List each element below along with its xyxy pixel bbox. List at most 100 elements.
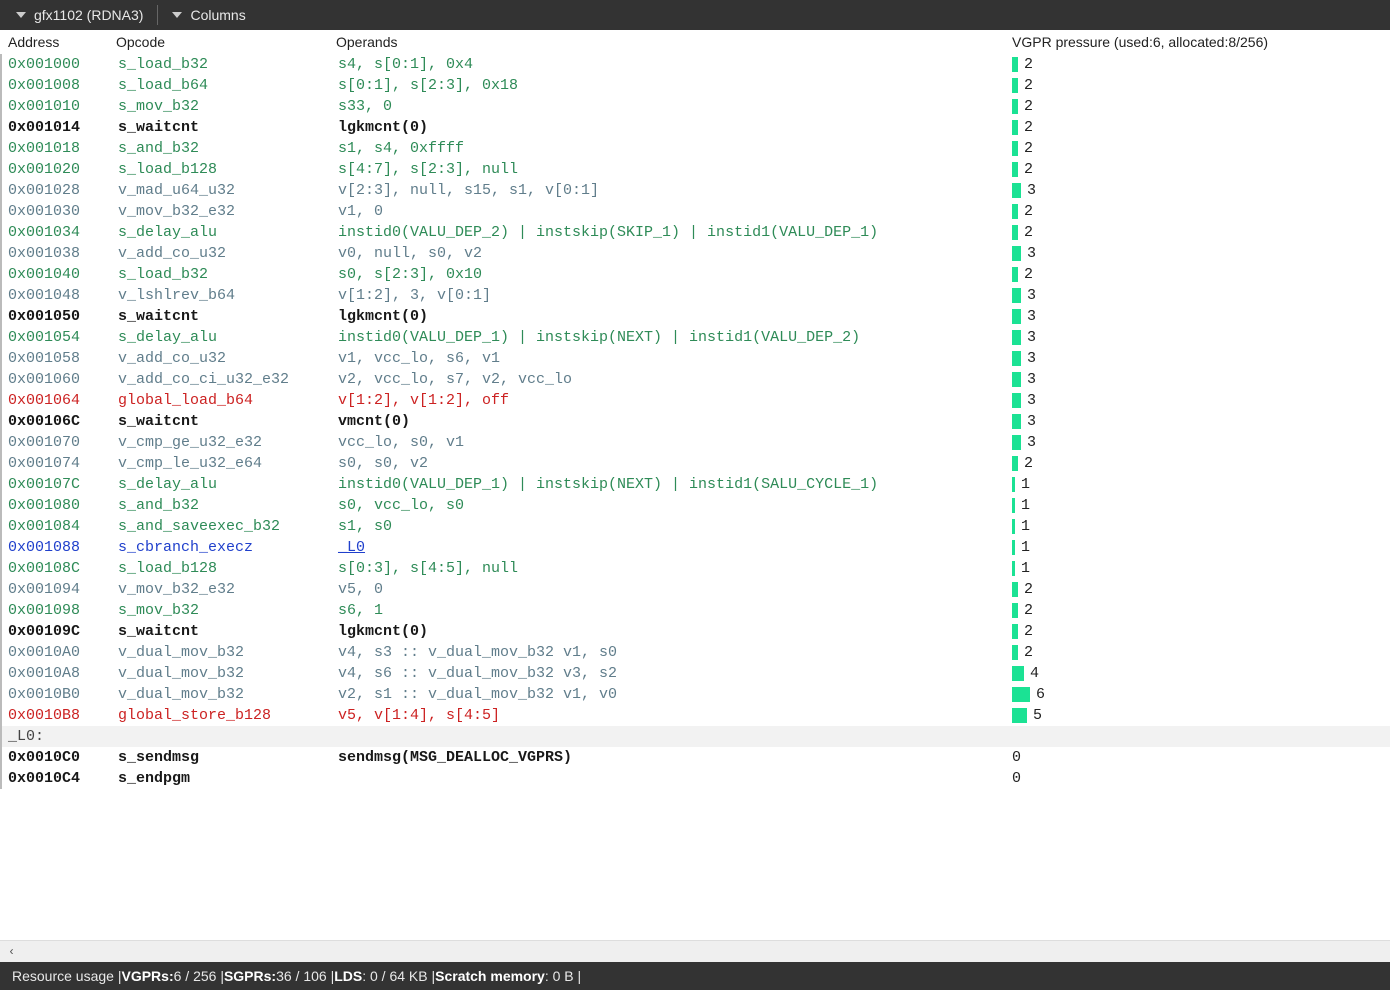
disasm-row[interactable]: 0x001030v_mov_b32_e32v1, 02 xyxy=(0,201,1390,222)
pressure-bar xyxy=(1012,477,1015,492)
disasm-row[interactable]: 0x0010A8v_dual_mov_b32v4, s6 :: v_dual_m… xyxy=(0,663,1390,684)
disasm-row[interactable]: 0x001000s_load_b32s4, s[0:1], 0x42 xyxy=(0,54,1390,75)
disasm-row[interactable]: 0x001098s_mov_b32s6, 12 xyxy=(0,600,1390,621)
cell-pressure: 2 xyxy=(1012,600,1384,621)
disasm-row[interactable]: 0x001018s_and_b32s1, s4, 0xffff2 xyxy=(0,138,1390,159)
disasm-row[interactable]: 0x001080s_and_b32s0, vcc_lo, s01 xyxy=(0,495,1390,516)
pressure-value: 2 xyxy=(1024,579,1033,600)
disasm-row[interactable]: 0x001048v_lshlrev_b64v[1:2], 3, v[0:1]3 xyxy=(0,285,1390,306)
cell-operands: lgkmcnt(0) xyxy=(338,621,1012,642)
cell-address: 0x001010 xyxy=(8,96,118,117)
pressure-bar xyxy=(1012,99,1018,114)
cell-address: 0x00107C xyxy=(8,474,118,495)
disasm-row[interactable]: 0x001050s_waitcntlgkmcnt(0)3 xyxy=(0,306,1390,327)
cell-operands: s[0:1], s[2:3], 0x18 xyxy=(338,75,1012,96)
scroll-left-icon[interactable]: ‹ xyxy=(4,945,19,959)
code-label[interactable]: _L0: xyxy=(0,726,1390,747)
cell-pressure: 6 xyxy=(1012,684,1384,705)
cell-pressure: 2 xyxy=(1012,201,1384,222)
header-address[interactable]: Address xyxy=(6,34,116,50)
cell-opcode: s_endpgm xyxy=(118,768,338,789)
cell-opcode: v_dual_mov_b32 xyxy=(118,663,338,684)
pressure-value: 3 xyxy=(1027,369,1036,390)
cell-address: 0x00106C xyxy=(8,411,118,432)
disasm-row[interactable]: 0x00107Cs_delay_aluinstid0(VALU_DEP_1) |… xyxy=(0,474,1390,495)
cell-operands: v1, 0 xyxy=(338,201,1012,222)
cell-pressure: 2 xyxy=(1012,264,1384,285)
disasm-row[interactable]: 0x001084s_and_saveexec_b32s1, s01 xyxy=(0,516,1390,537)
disasm-row[interactable]: 0x001010s_mov_b32s33, 02 xyxy=(0,96,1390,117)
header-pressure[interactable]: VGPR pressure (used:6, allocated:8/256) xyxy=(1012,34,1384,50)
disasm-row[interactable]: 0x0010C0s_sendmsgsendmsg(MSG_DEALLOC_VGP… xyxy=(0,747,1390,768)
cell-opcode: s_and_b32 xyxy=(118,138,338,159)
pressure-bar xyxy=(1012,162,1018,177)
header-opcode[interactable]: Opcode xyxy=(116,34,336,50)
disasm-row[interactable]: 0x0010B8global_store_b128v5, v[1:4], s[4… xyxy=(0,705,1390,726)
disasm-row[interactable]: 0x00106Cs_waitcntvmcnt(0)3 xyxy=(0,411,1390,432)
disasm-row[interactable]: 0x001094v_mov_b32_e32v5, 02 xyxy=(0,579,1390,600)
disasm-row[interactable]: 0x001014s_waitcntlgkmcnt(0)2 xyxy=(0,117,1390,138)
disasm-row[interactable]: 0x001038v_add_co_u32v0, null, s0, v23 xyxy=(0,243,1390,264)
disasm-row[interactable]: 0x0010C4s_endpgm0 xyxy=(0,768,1390,789)
disassembly-table[interactable]: 0x001000s_load_b32s4, s[0:1], 0x420x0010… xyxy=(0,54,1390,940)
header-operands[interactable]: Operands xyxy=(336,34,1012,50)
disasm-row[interactable]: 0x001034s_delay_aluinstid0(VALU_DEP_2) |… xyxy=(0,222,1390,243)
pressure-bar xyxy=(1012,393,1021,408)
pressure-value: 3 xyxy=(1027,306,1036,327)
cell-address: 0x001048 xyxy=(8,285,118,306)
pressure-bar xyxy=(1012,288,1021,303)
pressure-value: 1 xyxy=(1021,474,1030,495)
pressure-value: 2 xyxy=(1024,117,1033,138)
footer-vgprs-v: 6 / 256 | xyxy=(174,968,224,984)
pressure-bar xyxy=(1012,435,1021,450)
cell-address: 0x001064 xyxy=(8,390,118,411)
disasm-row[interactable]: 0x001070v_cmp_ge_u32_e32vcc_lo, s0, v13 xyxy=(0,432,1390,453)
pressure-bar xyxy=(1012,330,1021,345)
disasm-row[interactable]: 0x001088s_cbranch_execz_L01 xyxy=(0,537,1390,558)
pressure-bar xyxy=(1012,141,1018,156)
disasm-row[interactable]: 0x0010B0v_dual_mov_b32v2, s1 :: v_dual_m… xyxy=(0,684,1390,705)
column-headers: Address Opcode Operands VGPR pressure (u… xyxy=(0,30,1390,54)
cell-address: 0x001018 xyxy=(8,138,118,159)
cell-opcode: s_delay_alu xyxy=(118,222,338,243)
horizontal-scrollbar[interactable]: ‹ xyxy=(0,940,1390,962)
columns-dropdown[interactable]: Columns xyxy=(162,0,255,30)
cell-operands[interactable]: _L0 xyxy=(338,537,1012,558)
cell-opcode: s_mov_b32 xyxy=(118,96,338,117)
disasm-row[interactable]: 0x001054s_delay_aluinstid0(VALU_DEP_1) |… xyxy=(0,327,1390,348)
disasm-row[interactable]: 0x001060v_add_co_ci_u32_e32v2, vcc_lo, s… xyxy=(0,369,1390,390)
pressure-value: 2 xyxy=(1024,54,1033,75)
cell-address: 0x001034 xyxy=(8,222,118,243)
disasm-row[interactable]: 0x001064global_load_b64v[1:2], v[1:2], o… xyxy=(0,390,1390,411)
pressure-bar xyxy=(1012,645,1018,660)
pressure-value: 2 xyxy=(1024,600,1033,621)
cell-address: 0x00108C xyxy=(8,558,118,579)
cell-operands: v4, s3 :: v_dual_mov_b32 v1, s0 xyxy=(338,642,1012,663)
pressure-value: 0 xyxy=(1012,747,1021,768)
cell-pressure: 2 xyxy=(1012,75,1384,96)
disasm-row[interactable]: 0x001028v_mad_u64_u32v[2:3], null, s15, … xyxy=(0,180,1390,201)
disasm-row[interactable]: 0x001040s_load_b32s0, s[2:3], 0x102 xyxy=(0,264,1390,285)
cell-operands: vcc_lo, s0, v1 xyxy=(338,432,1012,453)
pressure-bar xyxy=(1012,120,1018,135)
disasm-row[interactable]: 0x00108Cs_load_b128s[0:3], s[4:5], null1 xyxy=(0,558,1390,579)
cell-address: 0x001000 xyxy=(8,54,118,75)
footer-lead: Resource usage | xyxy=(12,968,121,984)
disasm-row[interactable]: 0x00109Cs_waitcntlgkmcnt(0)2 xyxy=(0,621,1390,642)
cell-operands: v[2:3], null, s15, s1, v[0:1] xyxy=(338,180,1012,201)
disasm-row[interactable]: 0x001058v_add_co_u32v1, vcc_lo, s6, v13 xyxy=(0,348,1390,369)
pressure-bar xyxy=(1012,687,1030,702)
disasm-row[interactable]: 0x0010A0v_dual_mov_b32v4, s3 :: v_dual_m… xyxy=(0,642,1390,663)
disasm-row[interactable]: 0x001074v_cmp_le_u32_e64s0, s0, v22 xyxy=(0,453,1390,474)
cell-address: 0x001094 xyxy=(8,579,118,600)
pressure-bar xyxy=(1012,603,1018,618)
disasm-row[interactable]: 0x001008s_load_b64s[0:1], s[2:3], 0x182 xyxy=(0,75,1390,96)
cell-operands: v2, vcc_lo, s7, v2, vcc_lo xyxy=(338,369,1012,390)
arch-dropdown[interactable]: gfx1102 (RDNA3) xyxy=(6,0,153,30)
disasm-row[interactable]: 0x001020s_load_b128s[4:7], s[2:3], null2 xyxy=(0,159,1390,180)
cell-pressure: 3 xyxy=(1012,348,1384,369)
cell-opcode: s_and_b32 xyxy=(118,495,338,516)
footer-lds-k: LDS xyxy=(334,968,362,984)
cell-pressure: 3 xyxy=(1012,327,1384,348)
cell-opcode: s_sendmsg xyxy=(118,747,338,768)
